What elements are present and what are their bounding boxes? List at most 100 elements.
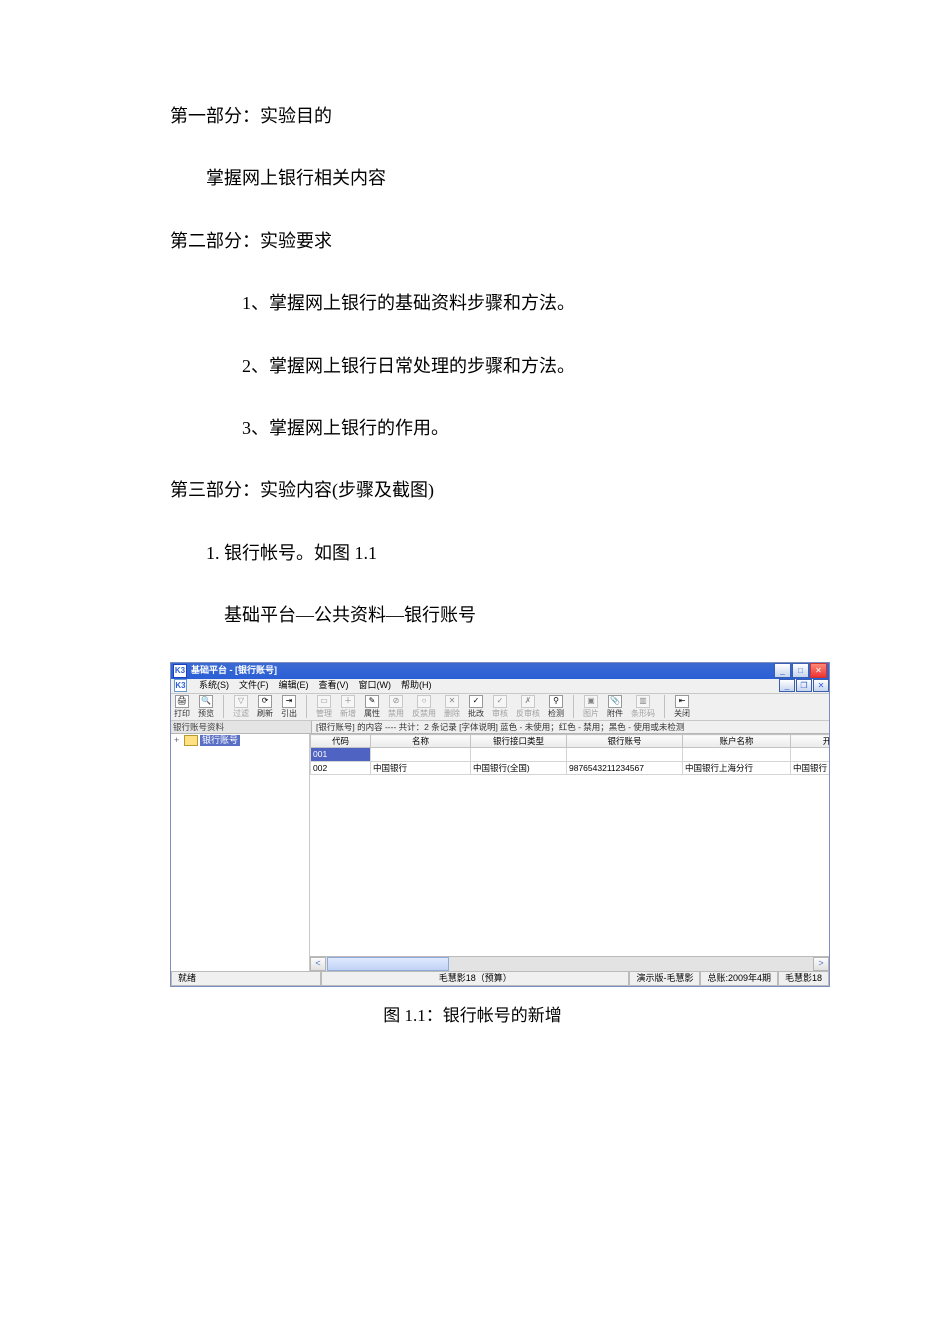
list-header: [银行账号] 的内容 ---- 共计：2 条记录 [字体说明] 蓝色 - 未使用… xyxy=(312,721,829,734)
figure-caption: 图 1.1：银行帐号的新增 xyxy=(170,1001,775,1026)
horizontal-scrollbar[interactable]: < > xyxy=(310,956,829,971)
toolbar-button[interactable]: 🖨打印 xyxy=(173,695,191,719)
toolbar-button: ＋新增 xyxy=(339,695,357,719)
toolbar-button[interactable]: ⟳刷新 xyxy=(256,695,274,719)
table-row[interactable]: 001工商银行工商银行1234567890987654中国银行上海分行中国银行（… xyxy=(311,748,830,761)
menu-item[interactable]: 窗口(W) xyxy=(359,680,392,691)
status-period: 总账:2009年4期 xyxy=(700,972,778,986)
toolbar-label: 删除 xyxy=(444,709,460,719)
menu-item[interactable]: 编辑(E) xyxy=(279,680,309,691)
table-cell: 工商银行 xyxy=(471,748,567,761)
toolbar-icon: 🖨 xyxy=(175,695,189,708)
toolbar-icon: ▣ xyxy=(584,695,598,708)
requirement-1: 1、掌握网上银行的基础资料步骤和方法。 xyxy=(170,287,775,319)
toolbar-icon: 📎 xyxy=(608,695,622,708)
toolbar-label: 属性 xyxy=(364,709,380,719)
toolbar-icon: ▭ xyxy=(317,695,331,708)
toolbar-icon: ▥ xyxy=(636,695,650,708)
toolbar-label: 关闭 xyxy=(674,709,690,719)
table-cell: 中国银行（开户行 xyxy=(791,748,830,761)
toolbar-button: ✓审核 xyxy=(491,695,509,719)
toolbar-icon: 🔍 xyxy=(199,695,213,708)
column-header[interactable]: 开户行 xyxy=(791,735,830,748)
column-header[interactable]: 银行账号 xyxy=(567,735,683,748)
toolbar-icon: ✕ xyxy=(445,695,459,708)
sidebar-title: 银行账号资料 xyxy=(171,721,312,734)
menubar: K3 系统(S) 文件(F) 编辑(E) 查看(V) 窗口(W) 帮助(H) _… xyxy=(171,679,829,694)
window-close-button[interactable]: ✕ xyxy=(810,663,827,678)
table-cell: 中国银行(全国) xyxy=(471,761,567,774)
table-cell: 001 xyxy=(311,748,371,761)
toolbar-label: 图片 xyxy=(583,709,599,719)
column-header[interactable]: 银行接口类型 xyxy=(471,735,567,748)
toolbar-icon: ＋ xyxy=(341,695,355,708)
toolbar-button: ⊘禁用 xyxy=(387,695,405,719)
scroll-left-icon[interactable]: < xyxy=(310,957,326,971)
inner-minimize-button[interactable]: _ xyxy=(779,679,795,692)
tree-toggle-icon[interactable]: + xyxy=(174,735,182,746)
toolbar-label: 检测 xyxy=(548,709,564,719)
table-cell: 中国银行上海分行 xyxy=(683,748,791,761)
table-cell: 中国银行 xyxy=(371,761,471,774)
toolbar: 🖨打印 🔍预览 ▽过滤 ⟳刷新 ⇥引出 ▭管理 ＋新增 ✎属性 ⊘禁用 ○反禁用 ✕删除 ✓批改 ✓审核… xyxy=(171,694,829,722)
toolbar-icon: ○ xyxy=(417,695,431,708)
toolbar-label: 附件 xyxy=(607,709,623,719)
statusbar: 就绪 毛慧影18（预算） 演示版-毛慧影 总账:2009年4期 毛慧影18 xyxy=(171,971,829,986)
status-left: 就绪 xyxy=(171,972,321,986)
toolbar-icon: ⊘ xyxy=(389,695,403,708)
toolbar-icon: ✎ xyxy=(365,695,379,708)
data-grid[interactable]: 代码名称银行接口类型银行账号账户名称开户行 001工商银行工商银行1234567… xyxy=(310,734,829,775)
toolbar-icon: ⟳ xyxy=(258,695,272,708)
toolbar-button: ○反禁用 xyxy=(411,695,437,719)
table-cell: 中国银行（开户行 xyxy=(791,761,830,774)
tree-label: 银行账号 xyxy=(200,735,240,746)
toolbar-button: ▭管理 xyxy=(315,695,333,719)
status-user: 毛慧影18（预算） xyxy=(321,972,629,986)
window-title: 基础平台 - [银行账号] xyxy=(191,665,773,676)
toolbar-label: 引出 xyxy=(281,709,297,719)
toolbar-label: 反禁用 xyxy=(412,709,436,719)
scroll-thumb[interactable] xyxy=(327,957,449,971)
menu-item[interactable]: 文件(F) xyxy=(239,680,269,691)
menu-item[interactable]: 帮助(H) xyxy=(401,680,432,691)
toolbar-button: ▥条形码 xyxy=(630,695,656,719)
tree-root[interactable]: + 银行账号 xyxy=(172,735,308,746)
toolbar-button[interactable]: ✓批改 xyxy=(467,695,485,719)
toolbar-button[interactable]: 📎附件 xyxy=(606,695,624,719)
toolbar-label: 预览 xyxy=(198,709,214,719)
toolbar-label: 批改 xyxy=(468,709,484,719)
toolbar-button[interactable]: ⚲检测 xyxy=(547,695,565,719)
inner-close-button[interactable]: ✕ xyxy=(813,679,829,692)
window-minimize-button[interactable]: _ xyxy=(774,663,791,678)
toolbar-label: 反审核 xyxy=(516,709,540,719)
column-header[interactable]: 代码 xyxy=(311,735,371,748)
window-maximize-button[interactable]: □ xyxy=(792,663,809,678)
toolbar-label: 刷新 xyxy=(257,709,273,719)
toolbar-button[interactable]: ⇤关闭 xyxy=(673,695,691,719)
scroll-right-icon[interactable]: > xyxy=(813,957,829,971)
column-header[interactable]: 账户名称 xyxy=(683,735,791,748)
menu-item[interactable]: 查看(V) xyxy=(319,680,349,691)
column-header[interactable]: 名称 xyxy=(371,735,471,748)
inner-restore-button[interactable]: ❐ xyxy=(796,679,812,692)
menu-item[interactable]: 系统(S) xyxy=(199,680,229,691)
toolbar-icon: ▽ xyxy=(234,695,248,708)
nav-path: 基础平台—公共资料—银行账号 xyxy=(170,599,775,631)
toolbar-button[interactable]: ⇥引出 xyxy=(280,695,298,719)
table-cell: 9876543211234567 xyxy=(567,761,683,774)
grid-panel: 代码名称银行接口类型银行账号账户名称开户行 001工商银行工商银行1234567… xyxy=(310,734,829,970)
folder-icon xyxy=(184,735,198,746)
toolbar-button[interactable]: ✎属性 xyxy=(363,695,381,719)
toolbar-label: 禁用 xyxy=(388,709,404,719)
toolbar-button: ▣图片 xyxy=(582,695,600,719)
toolbar-button: ▽过滤 xyxy=(232,695,250,719)
section1-body: 掌握网上银行相关内容 xyxy=(170,162,775,194)
toolbar-button[interactable]: 🔍预览 xyxy=(197,695,215,719)
content-header: 银行账号资料 [银行账号] 的内容 ---- 共计：2 条记录 [字体说明] 蓝… xyxy=(171,721,829,734)
titlebar[interactable]: K3 基础平台 - [银行账号] _ □ ✕ xyxy=(171,663,829,679)
app-window: K3 基础平台 - [银行账号] _ □ ✕ K3 系统(S) 文件(F) 编辑… xyxy=(170,662,830,987)
table-row[interactable]: 002中国银行中国银行(全国)9876543211234567中国银行上海分行中… xyxy=(311,761,830,774)
menu-icon: K3 xyxy=(174,679,187,692)
toolbar-label: 审核 xyxy=(492,709,508,719)
section2-title: 第二部分：实验要求 xyxy=(170,225,775,257)
